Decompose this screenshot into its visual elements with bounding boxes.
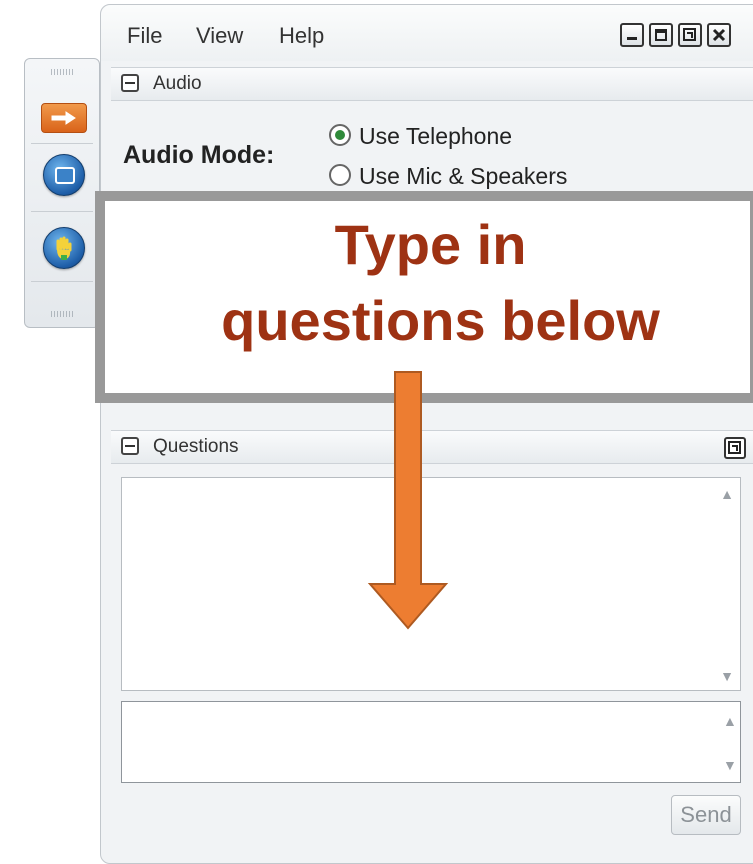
scroll-up-icon[interactable]: ▲ [720,486,734,502]
raise-hand-icon [56,236,72,260]
grip-handle[interactable] [51,311,75,317]
questions-section-title: Questions [153,436,239,457]
close-icon [712,28,726,42]
collapse-questions-button[interactable] [121,437,139,455]
send-button[interactable]: Send [671,795,741,835]
separator [31,281,93,282]
radio-icon [329,164,351,186]
menu-help[interactable]: Help [279,23,324,49]
radio-use-mic-speakers[interactable]: Use Mic & Speakers [329,163,567,190]
radio-label: Use Mic & Speakers [359,163,568,189]
window-icon [55,167,75,184]
minimize-icon [627,37,637,40]
radio-use-telephone[interactable]: Use Telephone [329,123,512,150]
side-toolbar [24,58,100,328]
arrow-down-icon [367,371,449,630]
minimize-button[interactable] [620,23,644,47]
radio-selected-icon [329,124,351,146]
arrow-right-icon [51,111,76,125]
separator [31,211,93,212]
audio-mode-label: Audio Mode: [123,141,275,169]
close-button[interactable] [707,23,731,47]
callout-line-2: questions below [221,289,660,352]
input-scroll-down-icon[interactable]: ▼ [723,757,753,773]
menu-file[interactable]: File [127,23,162,49]
popout-button[interactable] [724,437,746,459]
scroll-down-icon[interactable]: ▼ [720,668,734,684]
radio-label: Use Telephone [359,123,513,149]
restore-icon [683,28,696,41]
raise-hand-button[interactable] [43,227,85,269]
show-panel-button[interactable] [41,103,87,133]
maximize-button[interactable] [649,23,673,47]
audio-section-header: Audio [111,67,753,101]
collapse-audio-button[interactable] [121,74,139,92]
restore-button[interactable] [678,23,702,47]
maximize-icon [655,29,667,41]
callout-line-1: Type in [334,213,527,276]
separator [31,143,93,144]
menu-bar: File View Help [101,5,753,61]
grip-handle[interactable] [51,69,75,75]
popout-icon [728,441,741,454]
window-button[interactable] [43,154,85,196]
input-scroll-up-icon[interactable]: ▲ [723,713,753,729]
question-input[interactable] [121,701,741,783]
menu-view[interactable]: View [196,23,243,49]
audio-section-title: Audio [153,73,202,94]
